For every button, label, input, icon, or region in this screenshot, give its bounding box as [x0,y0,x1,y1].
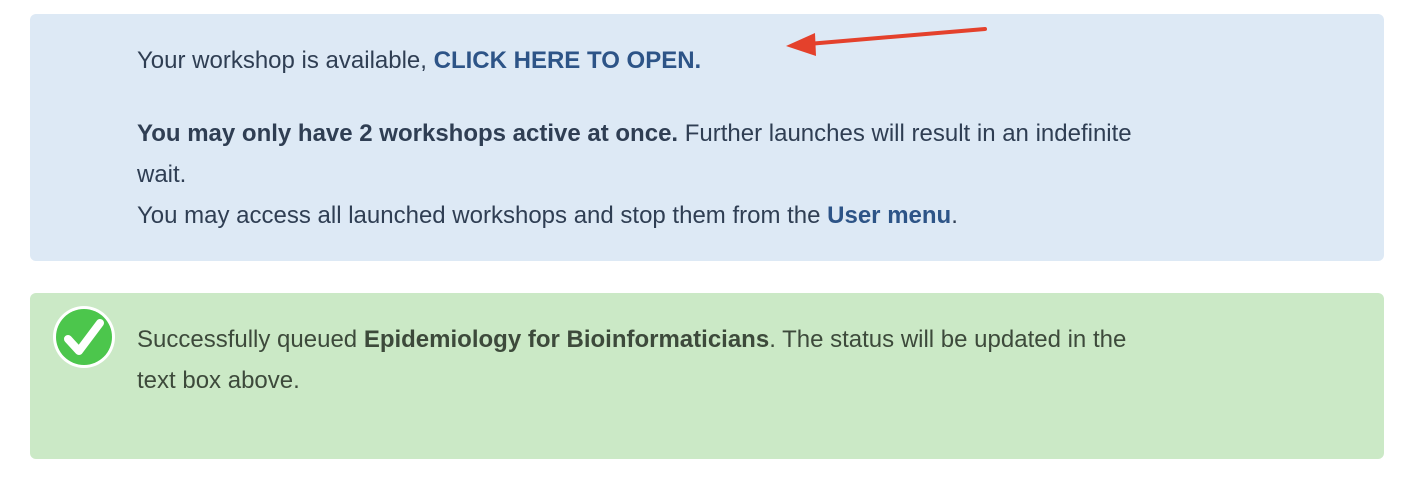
workshop-limit-line: You may only have 2 workshops active at … [137,113,1132,154]
availability-line: Your workshop is available, CLICK HERE T… [137,40,701,81]
workshop-limit-wrap-text: wait. [137,161,187,188]
access-suffix-text: . [951,202,958,229]
workshop-limit-text: Further launches will result in an indef… [678,120,1132,147]
success-prefix-text: Successfully queued [137,326,364,353]
availability-text: Your workshop is available, [137,47,434,74]
success-suffix-text: . The status will be updated in the [769,326,1127,353]
annotation-arrow-icon [786,27,987,56]
success-wrap-text: text box above. [137,367,300,394]
success-message-wrap-line: text box above. [137,360,300,401]
success-message-line: Successfully queued Epidemiology for Bio… [137,319,1126,360]
check-circle-icon [53,306,115,368]
user-menu-line: You may access all launched workshops an… [137,195,958,236]
open-workshop-link[interactable]: CLICK HERE TO OPEN. [434,47,702,74]
workshop-limit-wrap-line: wait. [137,154,186,195]
workshop-name: Epidemiology for Bioinformaticians [363,326,770,353]
success-alert: Successfully queued Epidemiology for Bio… [30,293,1384,459]
access-text: You may access all launched workshops an… [137,202,828,229]
user-menu-link[interactable]: User menu [827,202,951,229]
workshop-status-panel: Your workshop is available, CLICK HERE T… [30,14,1384,261]
workshop-limit-bold-text: You may only have 2 workshops active at … [137,120,679,147]
